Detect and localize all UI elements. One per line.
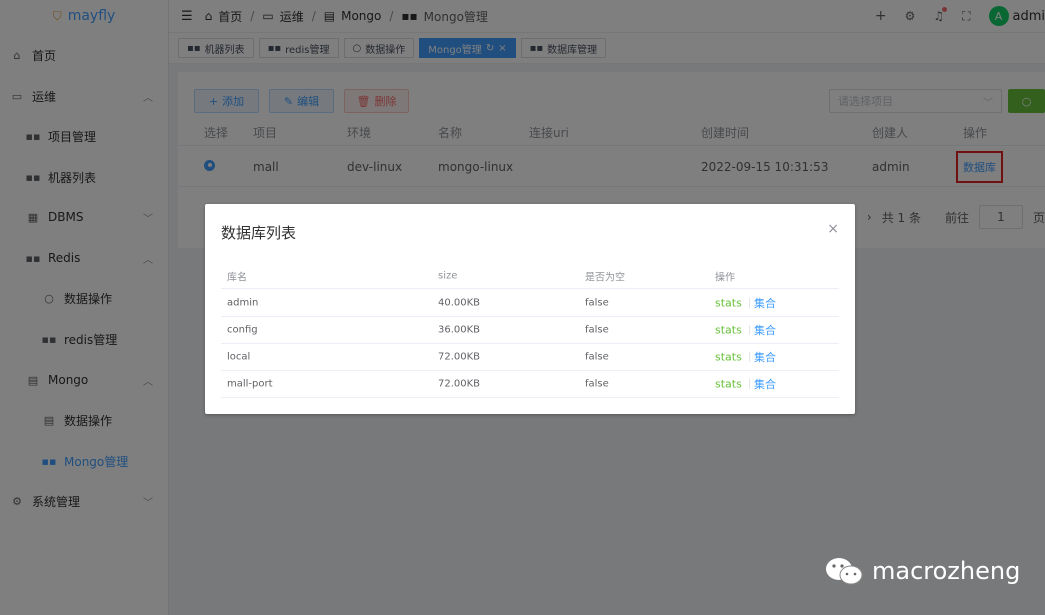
cell-db-name: admin (227, 297, 259, 309)
dialog-table-header: 库名 size 是否为空 操作 (221, 264, 839, 289)
stats-link[interactable]: stats (715, 324, 742, 337)
col-db-name: 库名 (227, 272, 247, 284)
stats-link[interactable]: stats (715, 351, 742, 364)
col-empty: 是否为空 (585, 272, 625, 284)
cell-size: 72.00KB (438, 378, 481, 390)
cell-empty: false (585, 378, 609, 390)
watermark-text: macrozheng (872, 557, 1021, 585)
cell-db-name: config (227, 324, 258, 336)
col-action: 操作 (715, 272, 735, 284)
divider: | (748, 378, 752, 390)
cell-size: 40.00KB (438, 297, 481, 309)
divider: | (748, 324, 752, 336)
cell-empty: false (585, 297, 609, 309)
divider: | (748, 351, 752, 363)
col-size: size (438, 270, 458, 282)
close-icon[interactable]: × (827, 221, 839, 237)
wechat-icon (826, 558, 863, 585)
cell-size: 36.00KB (438, 324, 481, 336)
divider: | (748, 297, 752, 309)
cell-db-name: mall-port (227, 378, 273, 390)
collections-link[interactable]: 集合 (754, 376, 776, 392)
collections-link[interactable]: 集合 (754, 349, 776, 365)
cell-db-name: local (227, 351, 251, 363)
cell-empty: false (585, 351, 609, 363)
cell-size: 72.00KB (438, 351, 481, 363)
database-list-dialog: 数据库列表 × 库名 size 是否为空 操作 admin 40.00KB fa… (205, 204, 855, 414)
stats-link[interactable]: stats (715, 378, 742, 391)
table-row: mall-port 72.00KB false stats | 集合 (221, 371, 839, 398)
table-row: config 36.00KB false stats | 集合 (221, 317, 839, 344)
table-row: admin 40.00KB false stats | 集合 (221, 290, 839, 317)
collections-link[interactable]: 集合 (754, 322, 776, 338)
table-row: local 72.00KB false stats | 集合 (221, 344, 839, 371)
cell-empty: false (585, 324, 609, 336)
dialog-title: 数据库列表 (221, 224, 297, 242)
watermark: macrozheng (824, 556, 1020, 586)
stats-link[interactable]: stats (715, 297, 742, 310)
collections-link[interactable]: 集合 (754, 295, 776, 311)
